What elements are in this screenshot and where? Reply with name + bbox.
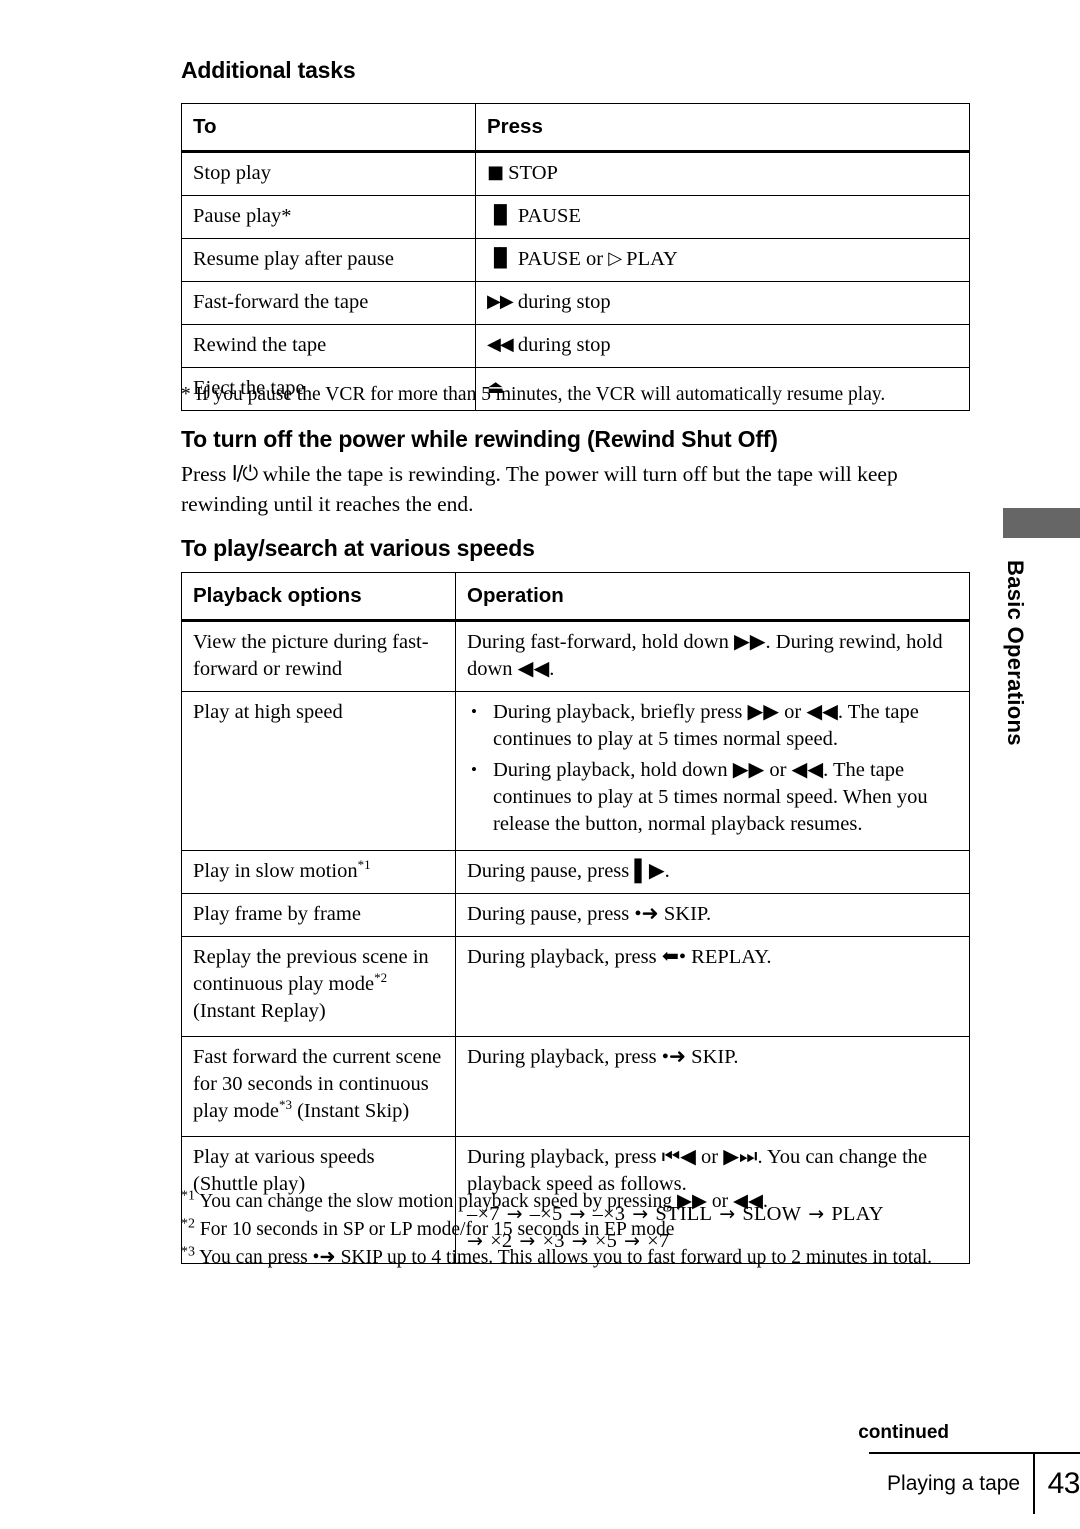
playback-operation: During playback, press •➜ SKIP. (455, 1036, 970, 1137)
task-action-label: during stop (517, 334, 611, 356)
table-row: Rewind the tape ◀◀ during stop (181, 324, 970, 368)
task-label: Resume play after pause (181, 238, 476, 282)
option-text: Play in slow motion (193, 860, 358, 882)
footnote-item: *1 You can change the slow motion playba… (181, 1188, 981, 1216)
playback-option-label: View the picture during fast-forward or … (181, 620, 456, 692)
table-row: Play at high speed During playback, brie… (181, 691, 970, 851)
footnote-text: You can press •➜ SKIP up to 4 times. Thi… (199, 1247, 933, 1268)
continued-label: continued (858, 1422, 949, 1443)
paragraph-part-2: while the tape is rewinding. The power w… (181, 462, 898, 516)
document-page: Basic Operations Additional tasks To Pre… (0, 0, 1080, 1529)
table-row: Resume play after pause ▐▌ PAUSE or ▷ PL… (181, 238, 970, 282)
task-label: Rewind the tape (181, 324, 476, 368)
rewind-icon: ◀◀ (487, 334, 514, 355)
side-tab-marker (1003, 508, 1080, 538)
table-row: Stop play ■ STOP (181, 151, 970, 196)
table-row: Replay the previous scene in continuous … (181, 936, 970, 1037)
task-action: ▐▌ PAUSE (475, 195, 970, 239)
footnote-ref: *3 (278, 1097, 292, 1113)
playback-option-label: Play frame by frame (181, 893, 456, 937)
task-action-label: STOP (508, 162, 558, 184)
fast-forward-icon: ▶▶ (487, 291, 514, 312)
side-tab-label: Basic Operations (1003, 560, 1028, 746)
page-number: 43 (1047, 1467, 1080, 1500)
page-footer: Playing a tape 43 (852, 1454, 1080, 1514)
task-action: ▐▌ PAUSE or ▷ PLAY (475, 238, 970, 282)
list-item: During playback, briefly press ▶▶ or ◀◀.… (467, 698, 958, 753)
option-suffix: (Instant Skip) (297, 1100, 410, 1122)
playback-operation: During fast-forward, hold down ▶▶. Durin… (455, 620, 970, 692)
table-row: Play frame by frame During pause, press … (181, 893, 970, 937)
stop-icon: ■ (487, 162, 504, 183)
operation-bullet-list: During playback, briefly press ▶▶ or ◀◀.… (467, 698, 958, 838)
pause-footnote: * If you pause the VCR for more than 5 m… (181, 384, 886, 405)
footnote-marker: *1 (181, 1188, 195, 1204)
column-header-playback-options: Playback options (181, 572, 456, 622)
playback-operation: During pause, press •➜ SKIP. (455, 893, 970, 937)
table-row: View the picture during fast-forward or … (181, 620, 970, 692)
playback-option-label: Play at high speed (181, 691, 456, 851)
footer-section-label: Playing a tape (887, 1472, 1021, 1495)
heading-rewind-shut-off: To turn off the power while rewinding (R… (181, 426, 778, 452)
footnote-text: You can change the slow motion playback … (199, 1191, 768, 1212)
column-header-operation: Operation (455, 572, 970, 622)
table-header-row: Playback options Operation (181, 572, 970, 622)
playback-operation: During playback, press ⬅• REPLAY. (455, 936, 970, 1037)
pause-icon: ▐▌ (487, 248, 514, 269)
playback-operation: During pause, press ▌▶. (455, 850, 970, 894)
task-label: Pause play* (181, 195, 476, 239)
footnote-item: *2 For 10 seconds in SP or LP mode/for 1… (181, 1216, 981, 1244)
footnote-ref: *1 (357, 857, 371, 873)
task-action: ■ STOP (475, 151, 970, 196)
footnote-ref: *2 (374, 970, 388, 986)
footer-divider (1033, 1454, 1035, 1514)
footnote-list: *1 You can change the slow motion playba… (181, 1188, 981, 1272)
task-action: ◀◀ during stop (475, 324, 970, 368)
table-playback-speeds: Playback options Operation View the pict… (181, 572, 970, 1264)
task-label: Fast-forward the tape (181, 281, 476, 325)
table-row: Fast-forward the tape ▶▶ during stop (181, 281, 970, 325)
table-row: Fast forward the current scene for 30 se… (181, 1036, 970, 1137)
task-action-label: during stop (517, 291, 611, 313)
option-suffix: (Instant Replay) (193, 1000, 326, 1022)
heading-additional-tasks: Additional tasks (181, 57, 356, 83)
rewind-shut-off-paragraph: Press I/⏻ while the tape is rewinding. T… (181, 459, 973, 519)
play-icon: ▷ (608, 248, 622, 269)
playback-option-label: Replay the previous scene in continuous … (181, 936, 456, 1037)
task-action-label: PAUSE or (517, 248, 604, 270)
playback-operation: During playback, briefly press ▶▶ or ◀◀.… (455, 691, 970, 851)
table-additional-tasks: To Press Stop play ■ STOP Pause play* ▐▌… (181, 103, 970, 411)
playback-option-label: Play in slow motion*1 (181, 850, 456, 894)
table-row: Play in slow motion*1 During pause, pres… (181, 850, 970, 894)
task-action: ▶▶ during stop (475, 281, 970, 325)
power-icon: I/⏻ (231, 461, 258, 485)
table-header-row: To Press (181, 103, 970, 153)
task-label: Stop play (181, 151, 476, 196)
task-action-label-2: PLAY (626, 248, 678, 270)
playback-option-label: Fast forward the current scene for 30 se… (181, 1036, 456, 1137)
table-row: Pause play* ▐▌ PAUSE (181, 195, 970, 239)
option-text: Replay the previous scene in continuous … (193, 946, 429, 995)
task-action-label: PAUSE (517, 205, 581, 227)
pause-icon: ▐▌ (487, 205, 514, 226)
footnote-item: *3 You can press •➜ SKIP up to 4 times. … (181, 1244, 981, 1272)
footnote-text: For 10 seconds in SP or LP mode/for 15 s… (199, 1219, 675, 1240)
footnote-marker: *3 (181, 1244, 195, 1260)
list-item: During playback, hold down ▶▶ or ◀◀. The… (467, 756, 958, 838)
column-header-to: To (181, 103, 476, 153)
footer-rule (869, 1452, 1080, 1454)
paragraph-part-1: Press (181, 462, 232, 486)
column-header-press: Press (475, 103, 970, 153)
heading-play-search-speeds: To play/search at various speeds (181, 535, 535, 561)
footnote-marker: *2 (181, 1216, 195, 1232)
